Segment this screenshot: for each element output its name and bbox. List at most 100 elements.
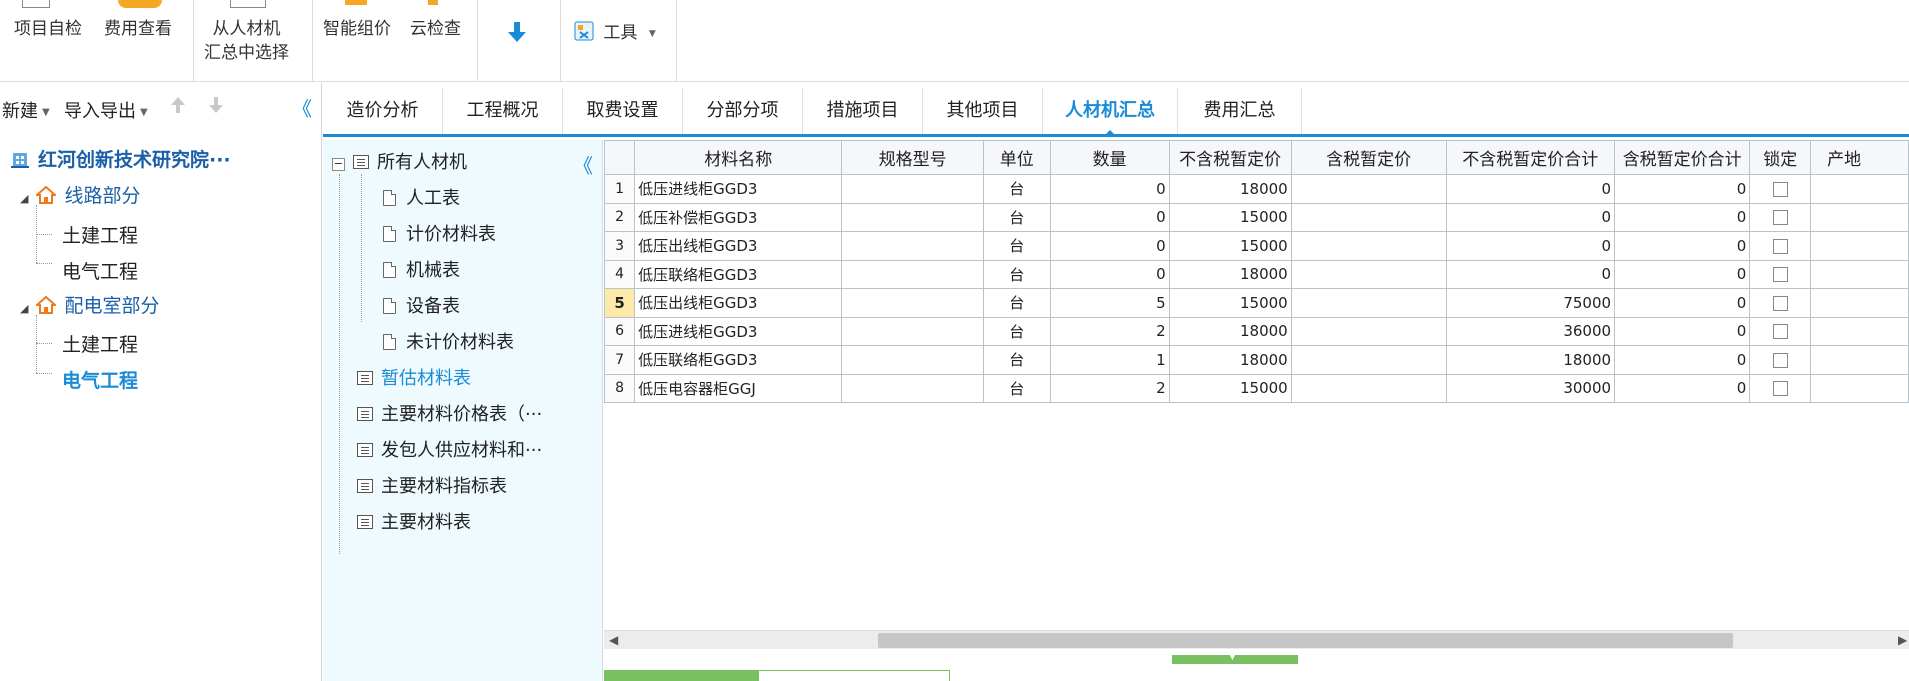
cell-total[interactable]: 0 [1445, 202, 1616, 232]
cell-tax-total[interactable]: 0 [1614, 373, 1751, 403]
cell-spec[interactable] [841, 259, 984, 289]
cell-name[interactable]: 低压电容器柜GGJ [634, 373, 843, 403]
project-check-button[interactable]: 项目自检 [14, 17, 82, 41]
column-header-lock[interactable]: 锁定 [1749, 140, 1812, 175]
cell-name[interactable]: 低压进线柜GGD3 [634, 316, 843, 346]
cell-tax-total[interactable]: 0 [1614, 259, 1751, 289]
cell-tax-total[interactable]: 0 [1614, 202, 1751, 232]
cell-quantity[interactable]: 5 [1049, 288, 1170, 318]
cell-total[interactable]: 30000 [1445, 373, 1616, 403]
grid-corner-cell[interactable] [603, 140, 636, 175]
cell-spec[interactable] [841, 345, 984, 375]
cell-origin[interactable] [1810, 202, 1909, 232]
cell-tax-price[interactable] [1290, 231, 1447, 261]
category-unpriced-materials[interactable]: 未计价材料表 [383, 328, 514, 354]
category-root[interactable]: − 所有人材机 [332, 148, 467, 174]
table-row[interactable]: 6 低压进线柜GGD3 台 2 18000 36000 0 [603, 316, 1909, 346]
category-priced-materials[interactable]: 计价材料表 [383, 220, 496, 246]
row-number[interactable]: 7 [603, 345, 636, 375]
row-number[interactable]: 4 [603, 259, 636, 289]
column-header-price[interactable]: 不含税暂定价 [1168, 140, 1292, 175]
cell-spec[interactable] [841, 174, 984, 204]
cell-origin[interactable] [1810, 345, 1909, 375]
cell-unit[interactable]: 台 [982, 202, 1051, 232]
tree-item-s1-electrical[interactable]: 电气工程 [62, 257, 138, 284]
cell-origin[interactable] [1810, 316, 1909, 346]
cloud-check-button[interactable]: 云检查 [410, 17, 461, 41]
cell-unit[interactable]: 台 [982, 373, 1051, 403]
cell-name[interactable]: 低压出线柜GGD3 [634, 231, 843, 261]
column-header-origin[interactable]: 产地 [1810, 140, 1909, 175]
new-dropdown[interactable]: 新建 ▼ [2, 97, 50, 123]
collapse-box-icon[interactable]: − [332, 158, 345, 171]
cell-price[interactable]: 15000 [1168, 231, 1292, 261]
cell-quantity[interactable]: 0 [1049, 174, 1170, 204]
cell-name[interactable]: 低压出线柜GGD3 [634, 288, 843, 318]
cell-total[interactable]: 0 [1445, 259, 1616, 289]
tree-section-line[interactable]: ◢ 线路部分 [20, 181, 140, 208]
cell-origin[interactable] [1810, 231, 1909, 261]
column-header-unit[interactable]: 单位 [982, 140, 1051, 175]
cell-tax-total[interactable]: 0 [1614, 231, 1751, 261]
column-header-quantity[interactable]: 数量 [1049, 140, 1170, 175]
lock-checkbox[interactable] [1772, 381, 1788, 397]
cell-name[interactable]: 低压联络柜GGD3 [634, 345, 843, 375]
tree-root[interactable]: 红河创新技术研究院··· [10, 145, 231, 172]
cell-price[interactable]: 18000 [1168, 259, 1292, 289]
report-main-materials[interactable]: 主要材料表 [357, 508, 471, 534]
cell-tax-price[interactable] [1290, 345, 1447, 375]
row-number[interactable]: 6 [603, 316, 636, 346]
tab-cost-summary[interactable]: 费用汇总 [1178, 88, 1302, 134]
tree-section-substation[interactable]: ◢ 配电室部分 [20, 291, 159, 318]
cell-name[interactable]: 低压联络柜GGD3 [634, 259, 843, 289]
smart-price-button[interactable]: 智能组价 [323, 17, 391, 41]
tab-resource-summary[interactable]: 人材机汇总 [1043, 88, 1178, 137]
tab-cost-analysis[interactable]: 造价分析 [323, 88, 443, 134]
category-machinery[interactable]: 机械表 [383, 256, 460, 282]
lock-checkbox[interactable] [1772, 181, 1788, 197]
bottom-panel-handle[interactable]: ▼ [1172, 652, 1298, 664]
tab-fee-settings[interactable]: 取费设置 [563, 88, 683, 134]
cell-tax-total[interactable]: 0 [1614, 174, 1751, 204]
lock-checkbox[interactable] [1772, 295, 1788, 311]
move-down-button[interactable] [208, 95, 224, 120]
table-row[interactable]: 1 低压进线柜GGD3 台 0 18000 0 0 [603, 174, 1909, 204]
cell-total[interactable]: 0 [1445, 174, 1616, 204]
table-row[interactable]: 5 低压出线柜GGD3 台 5 15000 75000 0 [603, 288, 1909, 318]
cell-spec[interactable] [841, 373, 984, 403]
expand-triangle-icon[interactable]: ◢ [20, 302, 28, 315]
bottom-tab-active[interactable] [604, 670, 758, 681]
cell-origin[interactable] [1810, 174, 1909, 204]
report-employer-supplied[interactable]: 发包人供应材料和··· [357, 436, 542, 462]
category-labor[interactable]: 人工表 [383, 184, 460, 210]
download-button[interactable] [506, 20, 528, 51]
lock-checkbox[interactable] [1772, 238, 1788, 254]
cell-tax-price[interactable] [1290, 259, 1447, 289]
table-row[interactable]: 7 低压联络柜GGD3 台 1 18000 18000 0 [603, 345, 1909, 375]
cell-price[interactable]: 18000 [1168, 345, 1292, 375]
cell-total[interactable]: 36000 [1445, 316, 1616, 346]
cost-view-button[interactable]: 费用查看 [104, 17, 172, 41]
lock-checkbox[interactable] [1772, 210, 1788, 226]
tools-dropdown[interactable]: 工具 ▼ [574, 21, 656, 46]
cell-unit[interactable]: 台 [982, 345, 1051, 375]
lock-checkbox[interactable] [1772, 324, 1788, 340]
row-number[interactable]: 3 [603, 231, 636, 261]
cell-tax-total[interactable]: 0 [1614, 345, 1751, 375]
cell-total[interactable]: 18000 [1445, 345, 1616, 375]
cell-quantity[interactable]: 0 [1049, 202, 1170, 232]
collapse-panel-button[interactable]: 《 [292, 93, 312, 122]
cell-spec[interactable] [841, 316, 984, 346]
cell-origin[interactable] [1810, 373, 1909, 403]
cell-tax-price[interactable] [1290, 288, 1447, 318]
cell-name[interactable]: 低压补偿柜GGD3 [634, 202, 843, 232]
tab-other-items[interactable]: 其他项目 [923, 88, 1043, 134]
lock-checkbox[interactable] [1772, 352, 1788, 368]
bottom-tab[interactable] [758, 670, 950, 681]
cell-price[interactable]: 15000 [1168, 202, 1292, 232]
cell-tax-price[interactable] [1290, 202, 1447, 232]
cell-unit[interactable]: 台 [982, 316, 1051, 346]
column-header-tax-total[interactable]: 含税暂定价合计 [1614, 140, 1751, 175]
cell-spec[interactable] [841, 231, 984, 261]
scroll-left-icon[interactable]: ◀ [609, 633, 618, 647]
